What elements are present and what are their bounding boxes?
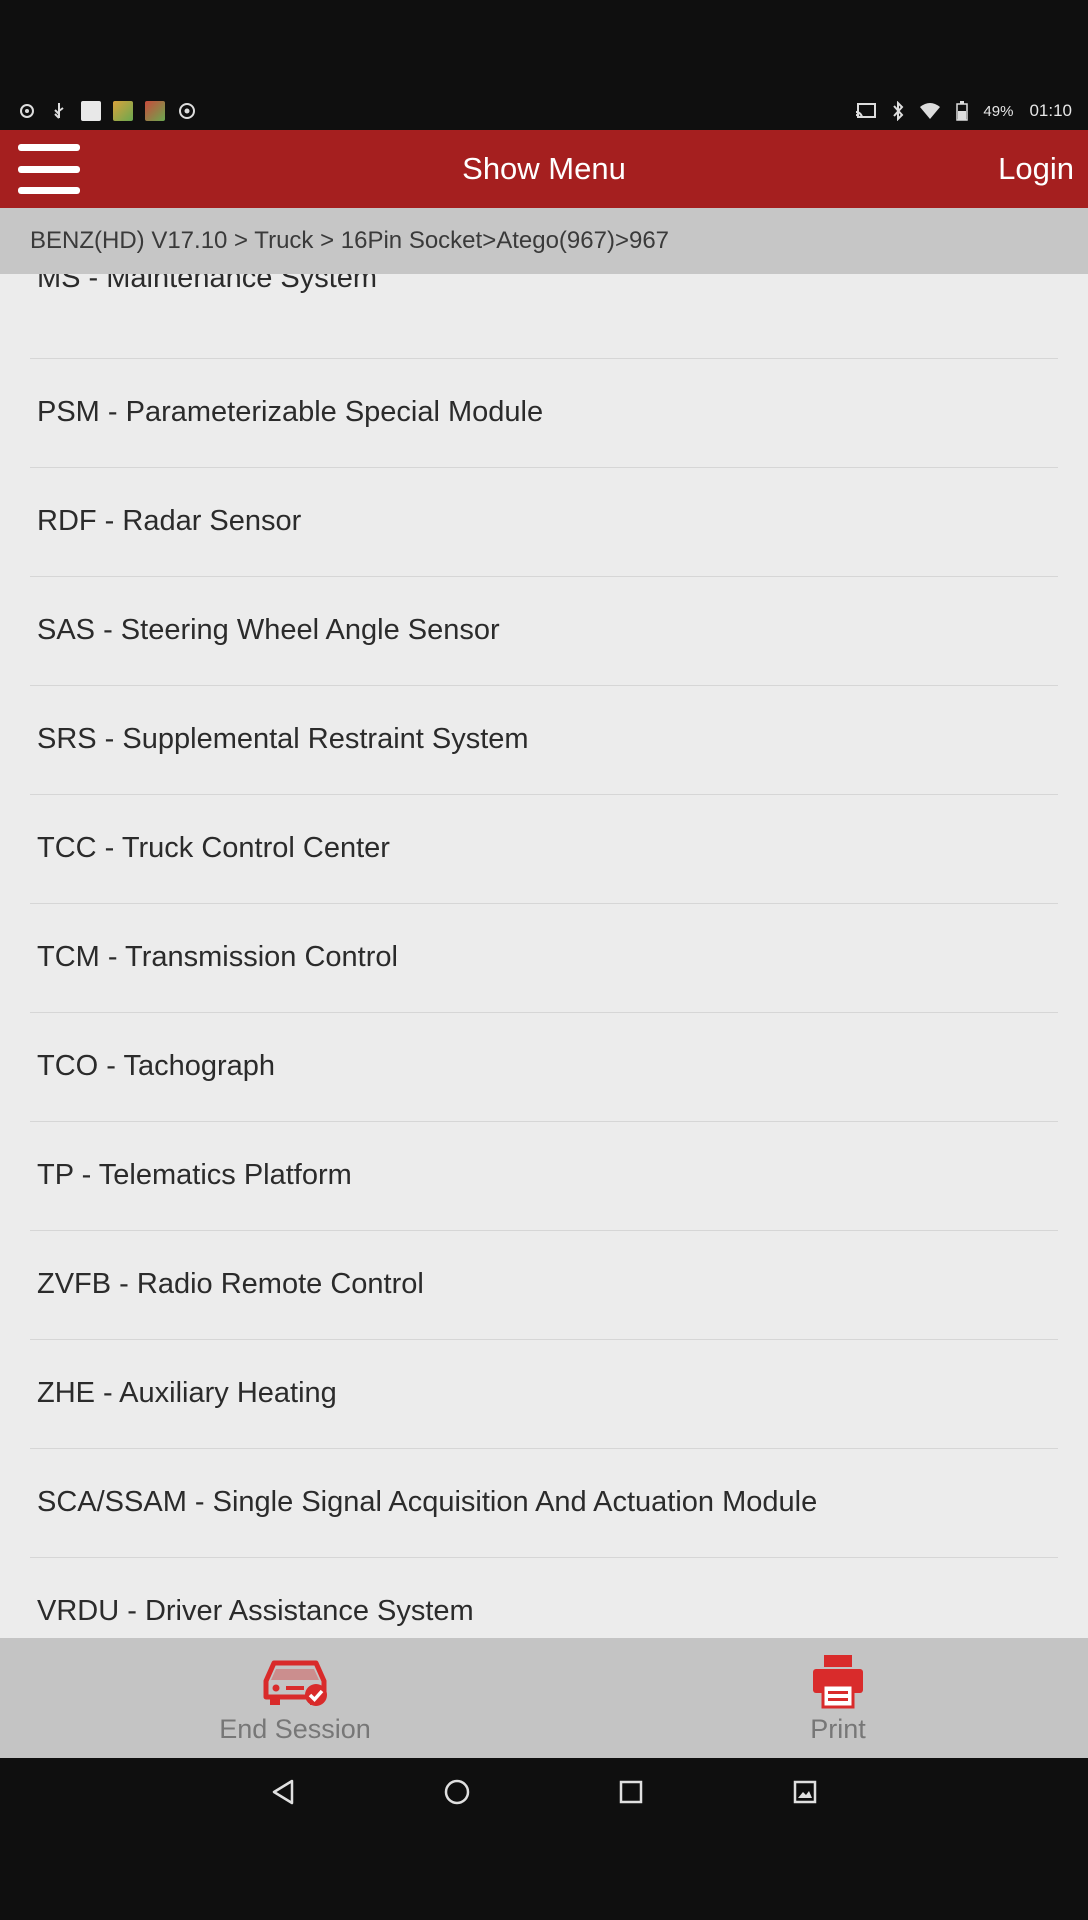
list-item[interactable]: VRDU - Driver Assistance System [30, 1558, 1058, 1638]
battery-icon [951, 100, 973, 122]
battery-percent: 49% [983, 102, 1014, 120]
bluetooth-icon [887, 100, 909, 122]
show-menu-button[interactable]: Show Menu [462, 151, 626, 187]
status-left [0, 100, 214, 122]
recents-icon[interactable] [609, 1770, 653, 1814]
list-item[interactable]: SAS - Steering Wheel Angle Sensor [30, 577, 1058, 686]
list-item-label: TCO - Tachograph [37, 1050, 276, 1082]
screen: 49% 01:10 Show Menu Login BENZ(HD) V17.1… [0, 0, 1088, 1920]
system-list[interactable]: MS - Maintenance System PSM - Parameteri… [0, 274, 1088, 1638]
home-icon[interactable] [435, 1770, 479, 1814]
list-item-label: SRS - Supplemental Restraint System [37, 723, 529, 755]
usb-icon [48, 100, 70, 122]
list-item[interactable]: SCA/SSAM - Single Signal Acquisition And… [30, 1449, 1058, 1558]
list-item[interactable]: TCO - Tachograph [30, 1013, 1058, 1122]
status-right: 49% 01:10 [839, 100, 1088, 122]
list-item-label: ZVFB - Radio Remote Control [37, 1268, 424, 1300]
hamburger-menu-icon[interactable] [18, 144, 80, 194]
list-item[interactable]: TP - Telematics Platform [30, 1122, 1058, 1231]
list-item[interactable]: ZVFB - Radio Remote Control [30, 1231, 1058, 1340]
login-button[interactable]: Login [998, 130, 1074, 208]
list-item-label: TP - Telematics Platform [37, 1159, 352, 1191]
back-icon[interactable] [261, 1770, 305, 1814]
end-session-label: End Session [219, 1714, 371, 1744]
breadcrumb: BENZ(HD) V17.10 > Truck > 16Pin Socket>A… [0, 208, 1088, 274]
screenshot-icon[interactable] [783, 1770, 827, 1814]
end-session-button[interactable]: End Session [175, 1638, 415, 1758]
settings-notification-icon [176, 100, 198, 122]
list-item[interactable]: PSM - Parameterizable Special Module [30, 359, 1058, 468]
list-item[interactable]: MS - Maintenance System [30, 274, 1058, 359]
bottom-toolbar: End Session Print [0, 1638, 1088, 1758]
print-button[interactable]: Print [718, 1638, 958, 1758]
wifi-icon [919, 100, 941, 122]
notification-icon [16, 100, 38, 122]
list-item-label: TCC - Truck Control Center [37, 832, 390, 864]
printer-icon [810, 1652, 866, 1710]
list-item[interactable]: RDF - Radar Sensor [30, 468, 1058, 577]
print-label: Print [810, 1714, 866, 1744]
cast-icon [855, 100, 877, 122]
system-nav-bar [0, 1758, 1088, 1824]
header-title-wrap: Show Menu [0, 130, 1088, 208]
list-item[interactable]: TCC - Truck Control Center [30, 795, 1058, 904]
status-bar: 49% 01:10 [0, 96, 1088, 126]
list-item-label: SAS - Steering Wheel Angle Sensor [37, 614, 500, 646]
list-item[interactable]: ZHE - Auxiliary Heating [30, 1340, 1058, 1449]
clock: 01:10 [1029, 101, 1072, 120]
list-item-label: MS - Maintenance System [37, 274, 378, 294]
list-item-label: ZHE - Auxiliary Heating [37, 1377, 337, 1409]
list-item-label: VRDU - Driver Assistance System [37, 1595, 474, 1627]
list-item-label: RDF - Radar Sensor [37, 505, 302, 537]
image-notification-icon [80, 100, 102, 122]
app-notification-icon [112, 100, 134, 122]
list-item[interactable]: SRS - Supplemental Restraint System [30, 686, 1058, 795]
app-notification-icon [144, 100, 166, 122]
list-item[interactable]: TCM - Transmission Control [30, 904, 1058, 1013]
list-item-label: TCM - Transmission Control [37, 941, 398, 973]
car-check-icon [260, 1652, 330, 1710]
list-item-label: SCA/SSAM - Single Signal Acquisition And… [37, 1486, 818, 1518]
app-header: Show Menu Login [0, 130, 1088, 208]
list-item-label: PSM - Parameterizable Special Module [37, 396, 544, 428]
